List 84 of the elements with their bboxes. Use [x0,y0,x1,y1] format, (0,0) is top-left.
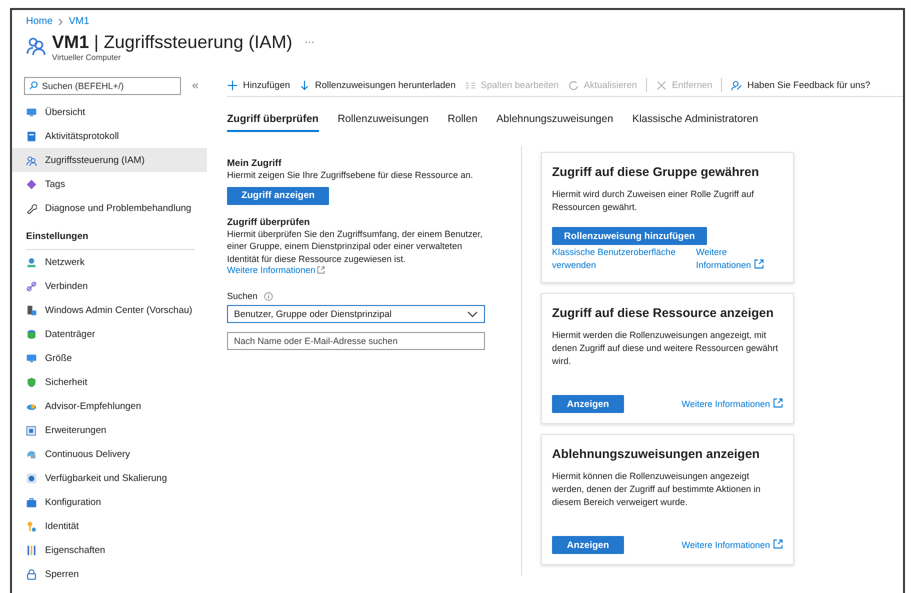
page-title: VM1 | Zugriffssteuerung (IAM) [52,32,292,53]
section-title: Zugriff überprüfen [227,216,310,228]
feedback-icon [731,80,742,90]
card-button[interactable]: Anzeigen [552,536,624,554]
sidebar-item[interactable]: Zugriffssteuerung (IAM) [12,148,207,172]
extension-icon [26,424,37,436]
tab[interactable]: Zugriff überprüfen [227,109,319,132]
sidebar-item[interactable]: Advisor-Empfehlungen [12,394,207,418]
close-icon [656,80,667,90]
chevron-down-icon [467,310,478,318]
shield-icon [26,376,37,388]
sidebar-item[interactable]: Erweiterungen [12,418,207,442]
card-link[interactable]: Weitere Informationen [682,398,783,410]
name-search-field[interactable]: Nach Name oder E-Mail-Adresse suchen [227,332,485,350]
card-text: Hiermit wird durch Zuweisen einer Rolle Zugriff auf Ressourcen gewährt. [552,188,755,214]
lock-icon [26,568,37,580]
tab[interactable]: Rollenzuweisungen [338,109,429,132]
card-link[interactable]: Weitere Informationen [682,538,783,552]
card-button[interactable]: Anzeigen [552,395,624,413]
card-link[interactable]: Weitere Informationen [696,246,771,272]
external-link-icon [754,259,764,269]
monitor-icon [26,106,37,118]
sidebar-item[interactable]: Diagnose und Problembehandlung [12,196,207,220]
card-title: Zugriff auf diese Gruppe gewähren [552,165,760,179]
search-field[interactable]: Suchen (BEFEHL+/) [24,77,181,95]
toolbar-button[interactable]: Hinzufügen [227,80,290,90]
refresh-icon [568,80,579,90]
info-icon [264,292,273,300]
tag-icon [26,178,37,190]
type-dropdown[interactable]: Benutzer, Gruppe oder Dienstprinzipal [227,305,485,323]
tab[interactable]: Rollen [448,109,478,132]
more-info-link[interactable]: Weitere Informationen [227,265,326,275]
external-link-icon [773,398,783,408]
section-heading: Einstellungen [26,226,195,250]
sidebar-item[interactable]: Tags [12,172,207,196]
download-icon [299,80,310,90]
sidebar-item[interactable]: Windows Admin Center (Vorschau) [12,298,207,322]
toolbar-button[interactable]: Haben Sie Feedback für uns? [731,80,870,90]
network-icon [26,256,37,268]
breadcrumb-link[interactable]: Home [26,16,53,27]
link-icon [26,280,37,292]
sidebar-item[interactable]: Continuous Delivery [12,442,207,466]
sidebar-item[interactable]: Datenträger [12,322,207,346]
search-icon [29,81,38,90]
toolbar-button[interactable]: Rollenzuweisungen herunterladen [299,80,456,90]
collapse-button[interactable]: « [189,78,202,92]
monitor-icon [26,352,37,364]
breadcrumb-link[interactable]: VM1 [68,16,90,27]
sidebar-item[interactable]: Netzwerk [12,250,207,274]
card-title: Zugriff auf diese Ressource anzeigen [552,306,775,320]
plus-icon [227,80,238,90]
sidebar-item[interactable]: Verfügbarkeit und Skalierung [12,466,207,490]
sidebar-item[interactable]: Verbinden [12,274,207,298]
sidebar-item[interactable]: Sperren [12,562,207,586]
sidebar-item[interactable]: Konfiguration [12,490,207,514]
more-button[interactable]: ··· [304,37,314,48]
sidebar-item[interactable]: Identität [12,514,207,538]
people-icon [26,35,46,55]
sidebar-item[interactable]: Übersicht [12,100,207,124]
people-icon [26,154,37,166]
properties-icon [26,544,37,556]
document-icon [26,130,37,142]
card-title: Ablehnungszuweisungen anzeigen [552,447,761,461]
sidebar-item[interactable]: Größe [12,346,207,370]
sidebar-item[interactable]: Aktivitätsprotokoll [12,124,207,148]
card-text: Hiermit können die Rollenzuweisungen angezeigt werden, denen der Zugriff auf bestimmte Aktionen in diesem Bereich verweigert wurde. [552,470,762,509]
card-text: Hiermit werden die Rollenzuweisungen angezeigt, mit denen Zugriff auf diese und weitere Ressourcen gewährt wird. [552,329,779,368]
external-link-icon [317,266,326,274]
card-link[interactable]: Klassische Benutzeroberfläche verwenden [552,246,682,272]
chevron-icon [58,18,64,26]
section-title: Mein Zugriff [227,158,282,169]
key-icon [26,520,37,532]
tab[interactable]: Klassische Administratoren [632,109,758,132]
view-access-button[interactable]: Zugriff anzeigen [227,186,329,204]
briefcase-icon [26,496,37,508]
card-button[interactable]: Rollenzuweisung hinzufügen [552,227,707,245]
page-subtitle: Virtueller Computer [52,53,122,62]
description-text: Hiermit überprüfen Sie den Zugriffsumfang, der einem Benutzer, einer Gruppe, einem Dienstprinzipal oder einer verwalteten Identität für diese Ressource zugewiesen ist. [227,228,484,265]
field-label: Suchen [227,291,258,301]
external-link-icon [773,538,783,548]
sidebar-item[interactable]: Eigenschaften [12,538,207,562]
sidebar-item[interactable]: Sicherheit [12,370,207,394]
tab[interactable]: Ablehnungszuweisungen [496,109,614,132]
description-text: Hiermit zeigen Sie Ihre Zugriffsebene für diese Ressource an. [227,169,473,182]
